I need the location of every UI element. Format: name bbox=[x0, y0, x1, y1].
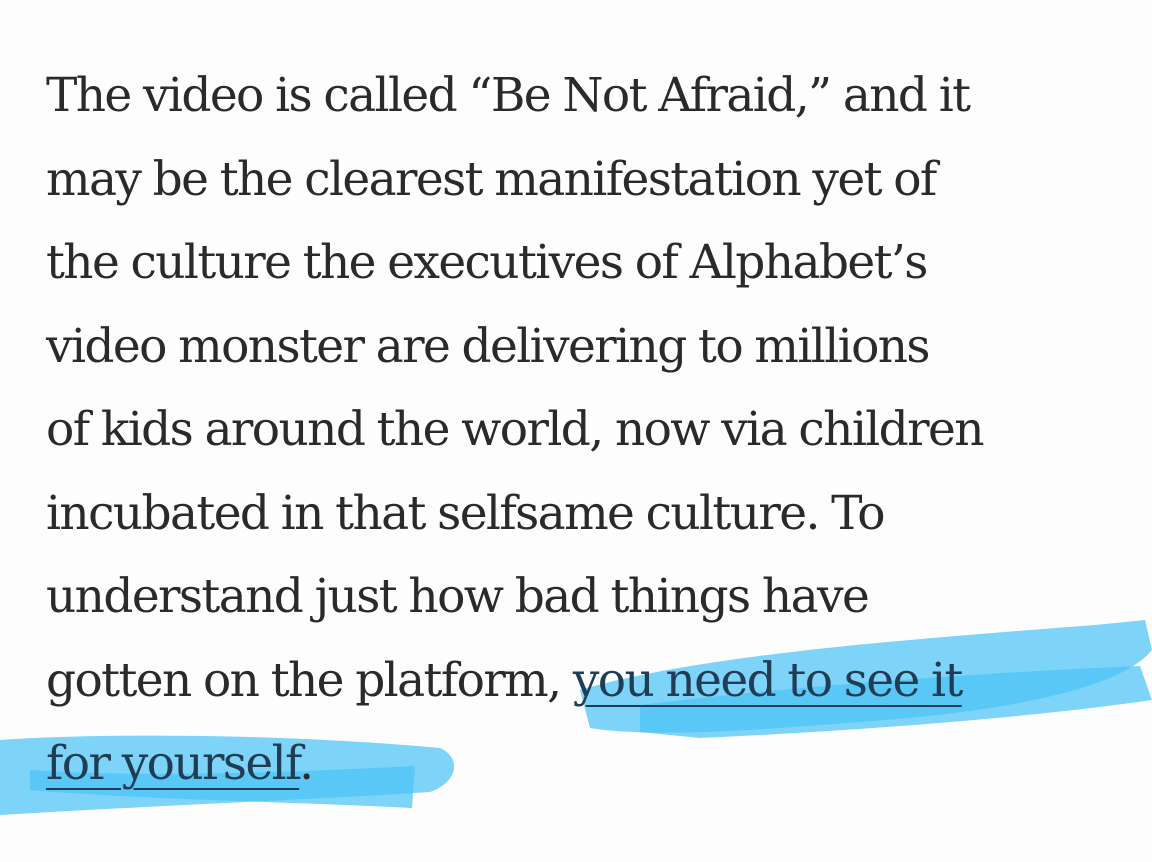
sentence-period: . bbox=[299, 736, 314, 791]
paragraph-text-before-link: gotten on the platform, bbox=[46, 652, 573, 708]
paragraph-line: the culture the executives of Alphabet’s bbox=[46, 235, 928, 290]
paragraph-line: video monster are delivering to millions bbox=[46, 318, 931, 374]
paragraph-line-with-link: gotten on the platform, you need to see … bbox=[46, 639, 1136, 723]
article-paragraph: The video is called “Be Not Afraid,” and… bbox=[46, 54, 1136, 806]
paragraph-line: may be the clearest manifestation yet of bbox=[46, 151, 937, 207]
article-link-part-1[interactable]: you need to see it bbox=[573, 653, 964, 708]
paragraph-line: understand just how bad things have bbox=[46, 569, 870, 624]
paragraph-line: The video is called “Be Not Afraid,” and… bbox=[46, 68, 971, 123]
paragraph-line: incubated in that selfsame culture. To bbox=[46, 485, 886, 541]
article-link-part-2[interactable]: for yourself bbox=[46, 736, 301, 791]
article-page: The video is called “Be Not Afraid,” and… bbox=[0, 0, 1152, 862]
paragraph-line: of kids around the world, now via childr… bbox=[46, 402, 985, 457]
paragraph-line-link-end: for yourself. bbox=[46, 722, 1136, 806]
